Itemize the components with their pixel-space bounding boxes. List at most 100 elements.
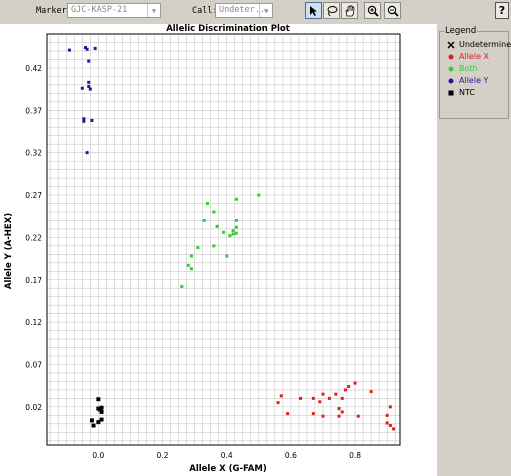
point-allele-x[interactable]: [340, 410, 344, 414]
point-both[interactable]: [180, 285, 184, 289]
point-both[interactable]: [212, 210, 216, 214]
y-tick-label: 0.27: [25, 191, 42, 200]
zoom-out-tool-button[interactable]: [384, 2, 401, 19]
point-allele-x[interactable]: [286, 412, 290, 416]
point-allele-x[interactable]: [385, 413, 389, 417]
point-both[interactable]: [215, 224, 219, 228]
chevron-down-icon: ▼: [259, 4, 272, 17]
x-tick-label: 0.8: [349, 451, 361, 460]
legend-title: Legend: [444, 26, 478, 36]
point-allele-x[interactable]: [356, 414, 360, 418]
point-both[interactable]: [225, 254, 229, 258]
point-allele-y[interactable]: [87, 59, 91, 63]
point-allele-y[interactable]: [67, 48, 71, 52]
point-allele-x[interactable]: [369, 390, 373, 394]
dot-marker-icon: [446, 54, 456, 60]
point-both[interactable]: [257, 193, 261, 197]
point-allele-y[interactable]: [80, 86, 84, 90]
point-both[interactable]: [222, 230, 225, 234]
point-allele-x[interactable]: [327, 396, 331, 400]
point-allele-x[interactable]: [385, 421, 389, 425]
x-tick-label: 0.4: [221, 451, 233, 460]
zoom-out-icon: [387, 5, 399, 17]
pan-hand-icon: [345, 4, 354, 16]
point-ntc[interactable]: [91, 423, 96, 428]
point-both[interactable]: [231, 229, 235, 233]
point-both[interactable]: [202, 218, 206, 222]
point-allele-x[interactable]: [347, 385, 351, 389]
y-tick-label: 0.37: [25, 106, 42, 115]
lasso-icon: [327, 5, 337, 16]
marker-select[interactable]: GJC-KASP-21 ▼: [67, 3, 161, 18]
point-both[interactable]: [196, 246, 200, 250]
help-button[interactable]: ?: [495, 2, 509, 19]
point-allele-y[interactable]: [85, 151, 89, 155]
x-tick-label: 0.6: [285, 451, 297, 460]
point-allele-x[interactable]: [318, 400, 322, 404]
point-allele-y[interactable]: [88, 87, 92, 91]
plot-panel: Allelic Discrimination Plot Allele X (G-…: [0, 24, 437, 476]
point-both[interactable]: [228, 234, 232, 238]
zoom-in-icon: [367, 5, 379, 17]
point-allele-x[interactable]: [388, 405, 392, 409]
legend-box: Legend Undetermined Allele X Both Allele…: [439, 26, 511, 119]
point-allele-x[interactable]: [321, 414, 325, 418]
pan-tool-button[interactable]: [341, 2, 358, 19]
point-both[interactable]: [234, 218, 238, 222]
call-select[interactable]: Undeter... ▼: [215, 3, 273, 18]
zoom-in-tool-button[interactable]: [364, 2, 381, 19]
point-both[interactable]: [186, 263, 190, 267]
point-ntc[interactable]: [96, 420, 101, 425]
point-ntc[interactable]: [96, 397, 101, 402]
legend-item-allele-y: Allele Y: [446, 75, 488, 86]
select-arrow-tool-button[interactable]: [305, 2, 322, 19]
point-allele-x[interactable]: [311, 396, 315, 400]
marker-select-value: GJC-KASP-21: [71, 5, 128, 15]
square-marker-icon: [446, 90, 456, 96]
point-allele-x[interactable]: [299, 396, 303, 400]
point-allele-x[interactable]: [321, 392, 325, 396]
point-allele-x[interactable]: [334, 392, 338, 396]
point-ntc[interactable]: [97, 407, 102, 412]
point-both[interactable]: [234, 231, 238, 235]
point-both[interactable]: [212, 244, 216, 248]
point-allele-x[interactable]: [392, 427, 396, 431]
legend-label: NTC: [459, 88, 475, 97]
point-both[interactable]: [234, 197, 238, 201]
point-allele-y[interactable]: [85, 47, 89, 51]
point-allele-x[interactable]: [337, 407, 341, 411]
dot-marker-icon: [446, 66, 456, 72]
point-both[interactable]: [234, 225, 238, 229]
x-marker-icon: [446, 40, 456, 49]
call-label: Call:: [192, 6, 218, 16]
point-both[interactable]: [189, 267, 193, 271]
y-tick-label: 0.02: [25, 403, 42, 412]
point-both[interactable]: [205, 201, 209, 205]
point-ntc[interactable]: [89, 418, 94, 423]
point-allele-x[interactable]: [337, 414, 341, 418]
point-allele-x[interactable]: [388, 424, 392, 428]
lasso-tool-button[interactable]: [323, 2, 340, 19]
legend-item-ntc: NTC: [446, 87, 475, 98]
legend-item-both: Both: [446, 63, 478, 74]
point-allele-y[interactable]: [87, 80, 91, 84]
chevron-down-icon: ▼: [147, 4, 160, 17]
point-allele-x[interactable]: [343, 388, 347, 392]
point-allele-x[interactable]: [340, 396, 344, 400]
point-allele-y[interactable]: [90, 118, 94, 122]
y-tick-label: 0.17: [25, 276, 42, 285]
point-allele-y[interactable]: [93, 46, 97, 50]
point-allele-x[interactable]: [279, 394, 283, 398]
x-axis-label: Allele X (G-FAM): [189, 464, 267, 474]
select-arrow-icon: [310, 5, 317, 16]
y-tick-label: 0.32: [25, 149, 42, 158]
toolbar: Marker: GJC-KASP-21 ▼ Call: Undeter... ▼…: [0, 0, 511, 24]
point-both[interactable]: [189, 254, 193, 258]
point-allele-x[interactable]: [276, 401, 280, 405]
point-allele-y[interactable]: [82, 119, 86, 123]
allelic-discrimination-chart[interactable]: Allelic Discrimination Plot Allele X (G-…: [0, 24, 437, 476]
point-both[interactable]: [231, 232, 235, 236]
point-allele-x[interactable]: [311, 412, 315, 416]
point-allele-x[interactable]: [353, 381, 357, 385]
y-tick-label: 0.42: [25, 64, 42, 73]
